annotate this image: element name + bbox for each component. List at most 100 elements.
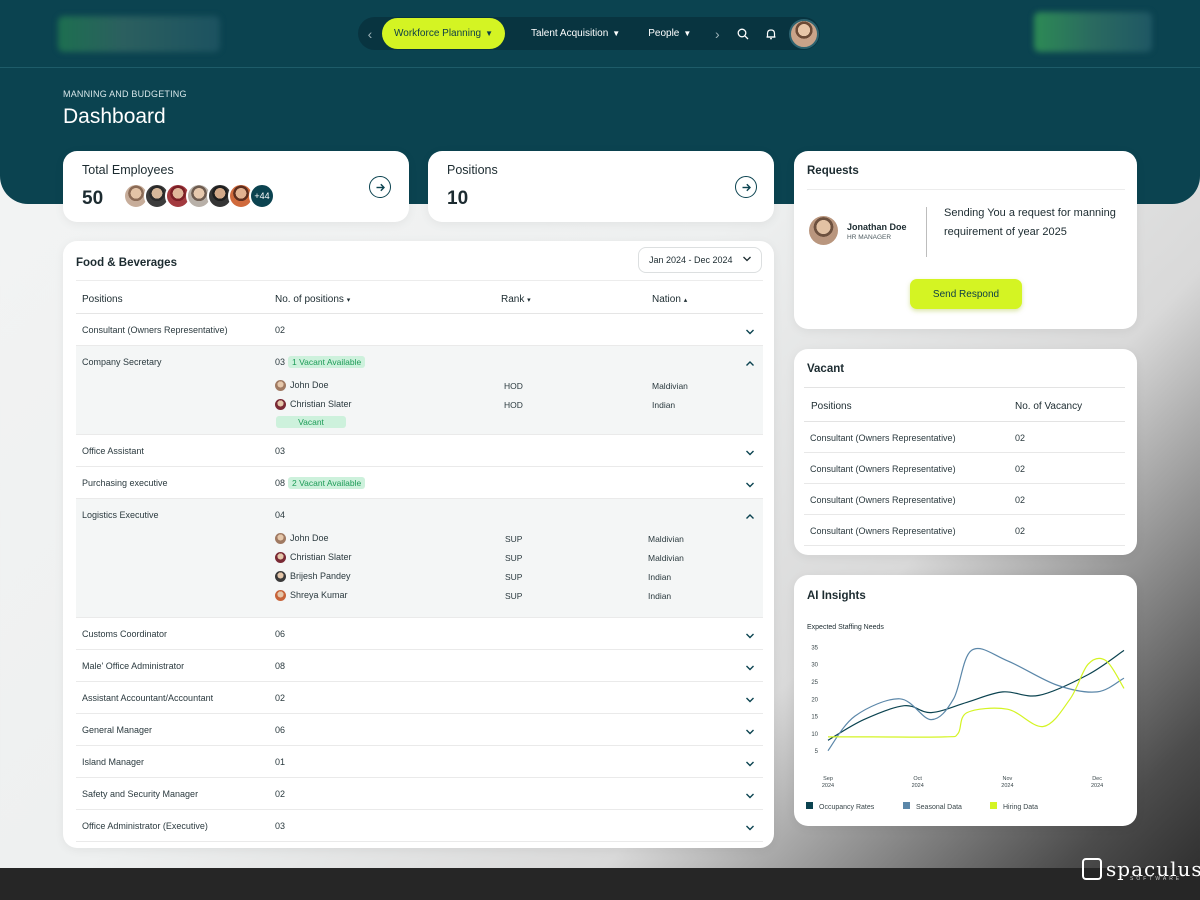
y-tick-label: 30: [811, 663, 818, 669]
position-count-value: 08: [275, 478, 286, 488]
x-tick-label: Oct: [913, 776, 922, 782]
avatar[interactable]: [275, 571, 286, 583]
x-tick-label: 2024: [1001, 783, 1013, 789]
avatar[interactable]: [275, 533, 286, 545]
page-title: Dashboard: [63, 105, 166, 128]
position-count-value: 06: [275, 629, 286, 639]
position-count: 08 2 Vacant Available: [275, 477, 366, 489]
header-divider: [0, 67, 1200, 68]
position-count-value: 06: [275, 725, 286, 735]
positions-label: Positions: [447, 163, 498, 177]
nav-item-people[interactable]: People ▼: [634, 28, 705, 39]
member-name: Christian Slater: [275, 399, 352, 411]
chevron-down-icon[interactable]: [745, 445, 755, 463]
avatar[interactable]: [275, 399, 286, 411]
legend-swatch: [903, 802, 910, 809]
requests-title: Requests: [807, 165, 859, 177]
divider: [807, 189, 1125, 190]
nav-item-talent-acquisition[interactable]: Talent Acquisition ▼: [517, 28, 634, 39]
table-row[interactable]: Consultant (Owners Representative) 02: [76, 314, 763, 346]
member-nation: Indian: [648, 591, 672, 601]
member-rank: SUP: [505, 572, 523, 582]
position-name: Assistant Accountant/Accountant: [82, 693, 214, 703]
chevron-down-icon[interactable]: [745, 756, 755, 774]
x-tick-label: 2024: [1091, 783, 1103, 789]
chevron-down-icon[interactable]: [745, 324, 755, 342]
table-row[interactable]: Safety and Security Manager 02: [76, 778, 763, 810]
table-row[interactable]: Company Secretary 03 1 Vacant Available Joh…: [76, 346, 763, 435]
series-line-occupancy-rates: [827, 649, 1125, 741]
vacancy-badge: 1 Vacant Available: [288, 356, 366, 368]
table-row[interactable]: General Manager 06: [76, 714, 763, 746]
chevron-down-icon[interactable]: [745, 660, 755, 678]
column-header-rank[interactable]: Rank ▾: [501, 294, 531, 305]
bell-icon[interactable]: [757, 20, 785, 48]
member-nation: Maldivian: [652, 381, 688, 391]
table-row[interactable]: Island Manager 01: [76, 746, 763, 778]
table-row[interactable]: Logistics Executive 04 John Doe SUP Maldivia…: [76, 499, 763, 618]
position-name: Male' Office Administrator: [82, 661, 185, 671]
table-row[interactable]: Consultant (Owners Representative) 02: [804, 453, 1125, 484]
position-name: Purchasing executive: [82, 478, 168, 488]
table-row[interactable]: Male' Office Administrator 08: [76, 650, 763, 682]
legend-label: Seasonal Data: [916, 804, 962, 811]
member-nation: Maldivian: [648, 553, 684, 563]
request-message: Sending You a request for manning requir…: [944, 207, 1116, 238]
position-count: 02: [275, 325, 285, 335]
company-logo[interactable]: [58, 16, 220, 52]
more-employees-badge[interactable]: +44: [249, 183, 275, 209]
user-avatar[interactable]: [789, 18, 820, 49]
table-row[interactable]: Consultant (Owners Representative) 02: [804, 484, 1125, 515]
chevron-down-icon[interactable]: [745, 477, 755, 495]
chevron-down-icon[interactable]: [745, 820, 755, 838]
caret-down-icon: ▼: [612, 29, 621, 38]
positions-card: Positions 10: [428, 151, 774, 222]
chevron-down-icon[interactable]: [745, 692, 755, 710]
chevron-down-icon[interactable]: [745, 724, 755, 742]
chevron-right-icon[interactable]: ›: [705, 26, 729, 42]
position-name: Safety and Security Manager: [82, 789, 199, 799]
top-nav: ‹ Workforce Planning ▼ Talent Acquisition…: [358, 17, 820, 50]
column-header-nation[interactable]: Nation ▴: [652, 294, 687, 305]
chevron-down-icon[interactable]: [745, 788, 755, 806]
chevron-up-icon[interactable]: [745, 509, 755, 527]
vacancy-badge: 2 Vacant Available: [288, 477, 366, 489]
position-count-value: 02: [275, 789, 286, 799]
table-row[interactable]: Purchasing executive 08 2 Vacant Available: [76, 467, 763, 499]
table-row[interactable]: Customs Coordinator 06: [76, 618, 763, 650]
avatar[interactable]: [275, 552, 286, 564]
date-range-select[interactable]: Jan 2024 - Dec 2024: [638, 247, 762, 273]
chevron-down-icon[interactable]: [745, 628, 755, 646]
arrow-right-icon[interactable]: [735, 176, 757, 198]
chevron-left-icon[interactable]: ‹: [358, 26, 382, 42]
client-logo: [1034, 12, 1152, 52]
table-row[interactable]: Assistant Accountant/Accountant 02: [76, 682, 763, 714]
position-name: Company Secretary: [82, 357, 162, 367]
sort-icon: ▴: [683, 297, 688, 304]
y-tick-label: 20: [811, 697, 818, 703]
requester-avatar[interactable]: [809, 216, 838, 245]
table-row[interactable]: Office Administrator (Executive) 03: [76, 810, 763, 842]
search-icon[interactable]: [729, 20, 757, 48]
position-name: Consultant (Owners Representative): [82, 325, 228, 335]
send-respond-button[interactable]: Send Respond: [910, 279, 1022, 309]
avatar[interactable]: [275, 380, 286, 392]
total-employees-value: 50: [82, 188, 104, 209]
chevron-up-icon[interactable]: [745, 356, 755, 374]
avatar[interactable]: [275, 590, 286, 602]
position-count-value: 03: [275, 446, 286, 456]
table-row[interactable]: Office Assistant 03: [76, 435, 763, 467]
total-employees-label: Total Employees: [82, 163, 174, 177]
vacant-position: Consultant (Owners Representative): [810, 464, 956, 474]
total-employees-card: Total Employees 50 +44: [63, 151, 409, 222]
requests-card: Requests Jonathan Doe HR MANAGER Sending…: [794, 151, 1137, 329]
x-tick-label: 2024: [912, 783, 924, 789]
table-row[interactable]: Consultant (Owners Representative) 02: [804, 515, 1125, 546]
position-count-value: 08: [275, 661, 286, 671]
column-header-count[interactable]: No. of positions ▾: [275, 294, 350, 305]
nav-item-workforce-planning[interactable]: Workforce Planning ▼: [382, 18, 506, 49]
arrow-right-icon[interactable]: [369, 176, 391, 198]
table-row[interactable]: Consultant (Owners Representative) 02: [804, 422, 1125, 453]
vacant-slot-tag[interactable]: Vacant: [276, 416, 346, 428]
department-positions-card: Food & Beverages Jan 2024 - Dec 2024 Pos…: [63, 241, 774, 848]
